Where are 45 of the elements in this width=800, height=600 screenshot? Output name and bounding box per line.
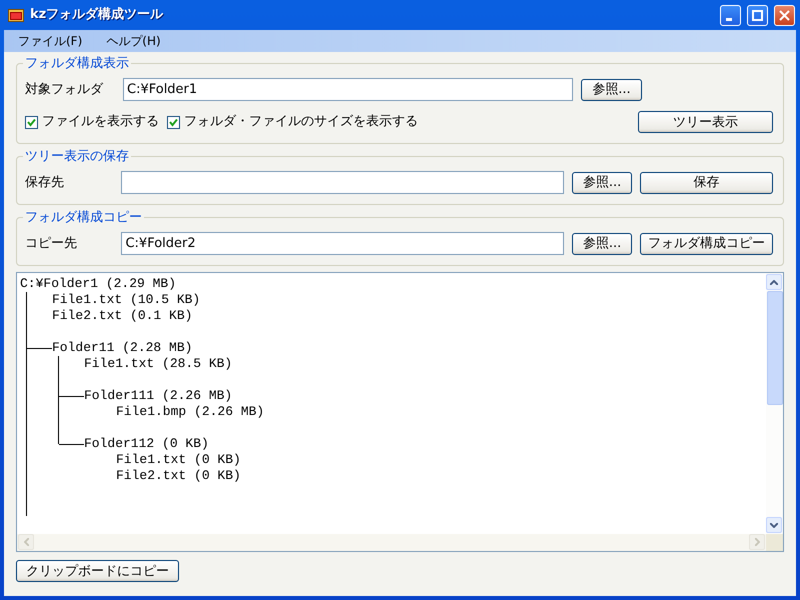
field-label: 対象フォルダ	[25, 80, 104, 99]
tree-item: File1.txt (0 KB)	[116, 452, 241, 468]
field-label: 保存先	[25, 174, 65, 192]
tree-item: File1.txt (10.5 KB)	[52, 292, 200, 308]
checkbox[interactable]	[25, 116, 38, 128]
app-icon	[8, 8, 24, 22]
maximize-icon	[752, 10, 763, 20]
window-title: kzフォルダ構成ツール	[30, 6, 164, 24]
minimize-icon	[726, 18, 732, 20]
group-title: ツリー表示の保存	[24, 150, 130, 163]
minimize-button[interactable]	[720, 4, 741, 26]
field-label: コピー先	[25, 234, 78, 253]
copy-destination-field[interactable]: C:¥Folder2	[121, 232, 564, 255]
copy-structure-button[interactable]: フォルダ構成コピー	[640, 232, 773, 254]
target-folder-field[interactable]: C:¥Folder1	[123, 78, 573, 101]
vertical-scrollbar[interactable]	[766, 273, 783, 534]
group-title: フォルダ構成コピー	[24, 211, 143, 224]
scroll-down-icon[interactable]	[766, 517, 782, 533]
tree-item: Folder112 (0 KB)	[84, 436, 209, 452]
scroll-thumb[interactable]	[767, 291, 783, 404]
copy-to-clipboard-button[interactable]: クリップボードにコピー	[16, 560, 179, 582]
checkbox-label[interactable]: フォルダ・ファイルのサイズを表示する	[184, 112, 418, 132]
close-icon	[779, 10, 790, 20]
tree-item: File1.txt (28.5 KB)	[84, 356, 232, 372]
checkbox-label[interactable]: ファイルを表示する	[42, 112, 159, 132]
scroll-up-icon[interactable]	[766, 274, 782, 290]
browse-button[interactable]: 参照...	[572, 172, 632, 194]
save-destination-field[interactable]	[121, 171, 564, 194]
tree-view-button[interactable]: ツリー表示	[638, 111, 773, 133]
scrollbar-corner	[766, 534, 783, 551]
browse-button[interactable]: 参照...	[581, 78, 642, 100]
tree-item: C:¥Folder1 (2.29 MB)	[20, 276, 176, 292]
group-title: フォルダ構成表示	[24, 57, 130, 70]
browse-button[interactable]: 参照...	[572, 232, 632, 254]
maximize-button[interactable]	[747, 4, 768, 26]
tree-item: Folder11 (2.28 MB)	[52, 340, 192, 356]
tree-item: Folder111 (2.26 MB)	[84, 388, 232, 404]
tree-item: File1.bmp (2.26 MB)	[116, 404, 264, 420]
menu-item[interactable]: ヘルプ(H)	[102, 32, 165, 50]
menu-item[interactable]: ファイル(F)	[14, 32, 86, 50]
checkbox[interactable]	[167, 116, 180, 128]
save-button[interactable]: 保存	[640, 172, 773, 194]
close-button[interactable]	[774, 4, 795, 26]
tree-item: File2.txt (0.1 KB)	[52, 308, 192, 324]
tree-item: File2.txt (0 KB)	[116, 468, 241, 484]
